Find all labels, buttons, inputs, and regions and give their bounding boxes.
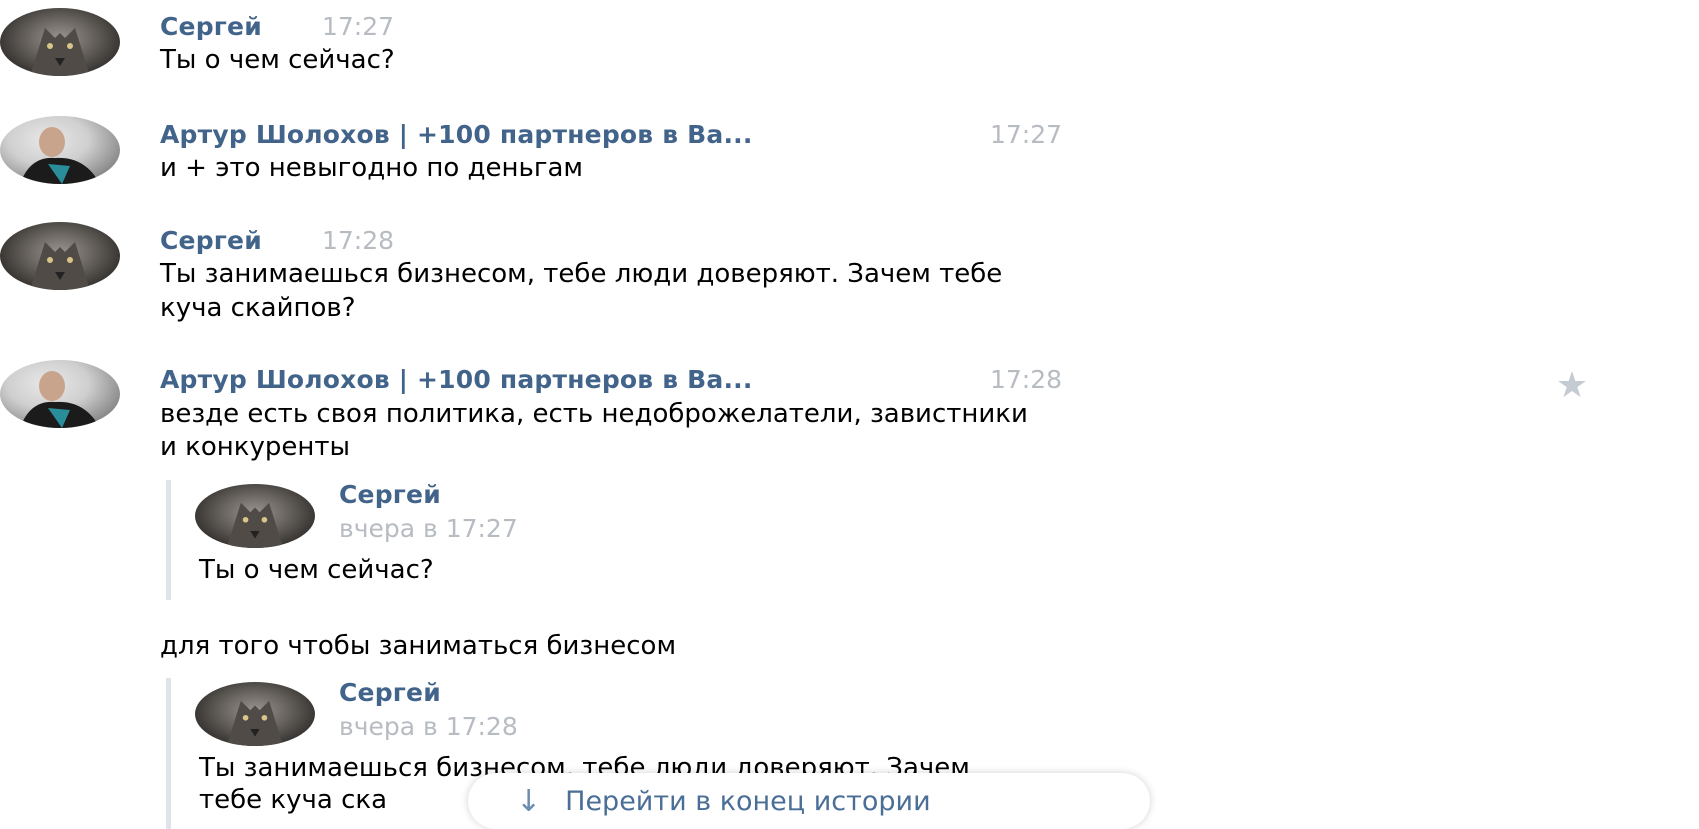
wolf-avatar-icon	[226, 502, 284, 548]
message-text: Ты о чем сейчас?	[160, 45, 395, 75]
message-time[interactable]: 17:28	[990, 365, 1062, 394]
message-text: Ты занимаешься бизнесом, тебе люди довер…	[160, 259, 1003, 289]
avatar[interactable]	[0, 360, 120, 428]
man-avatar-icon	[20, 371, 100, 428]
avatar[interactable]	[195, 484, 315, 548]
message-time[interactable]: 17:27	[990, 120, 1062, 149]
message-text: для того чтобы заниматься бизнесом	[160, 631, 677, 661]
man-avatar-icon	[20, 127, 100, 184]
message-text: Ты о чем сейчас?	[199, 555, 434, 585]
wolf-avatar-icon	[30, 242, 90, 290]
message-text: куча скайпов?	[160, 293, 356, 323]
author-name[interactable]: Сергей	[160, 12, 262, 41]
message-time[interactable]: 17:28	[322, 226, 394, 255]
message-time[interactable]: 17:27	[322, 12, 394, 41]
message-text: и конкуренты	[160, 432, 351, 462]
author-name[interactable]: Сергей	[160, 226, 262, 255]
forwarded-message: Сергей вчера в 17:27 Ты о чем сейчас?	[166, 480, 518, 600]
author-name[interactable]: Артур Шолохов | +100 партнеров в Ва...	[160, 120, 753, 149]
message-text: тебе куча ска	[199, 785, 388, 815]
author-name[interactable]: Артур Шолохов | +100 партнеров в Ва...	[160, 365, 753, 394]
author-name[interactable]: Сергей	[339, 678, 441, 707]
wolf-avatar-icon	[226, 700, 284, 746]
jump-to-end-button[interactable]: ↓ Перейти в конец истории	[468, 773, 1150, 829]
wolf-avatar-icon	[30, 28, 90, 76]
jump-to-end-label: Перейти в конец истории	[565, 785, 931, 817]
star-icon[interactable]: ★	[1552, 368, 1592, 404]
message-text: и + это невыгодно по деньгам	[160, 153, 584, 183]
message-text: везде есть своя политика, есть недоброже…	[160, 399, 1028, 429]
avatar[interactable]	[0, 222, 120, 290]
author-name[interactable]: Сергей	[339, 480, 441, 509]
message-date[interactable]: вчера в 17:27	[339, 514, 518, 543]
avatar[interactable]	[0, 116, 120, 184]
forwarded-message: Сергей вчера в 17:28 Ты занимаешься бизн…	[166, 678, 970, 829]
avatar[interactable]	[195, 682, 315, 746]
message-date[interactable]: вчера в 17:28	[339, 712, 518, 741]
arrow-down-icon: ↓	[516, 783, 542, 819]
avatar[interactable]	[0, 8, 120, 76]
